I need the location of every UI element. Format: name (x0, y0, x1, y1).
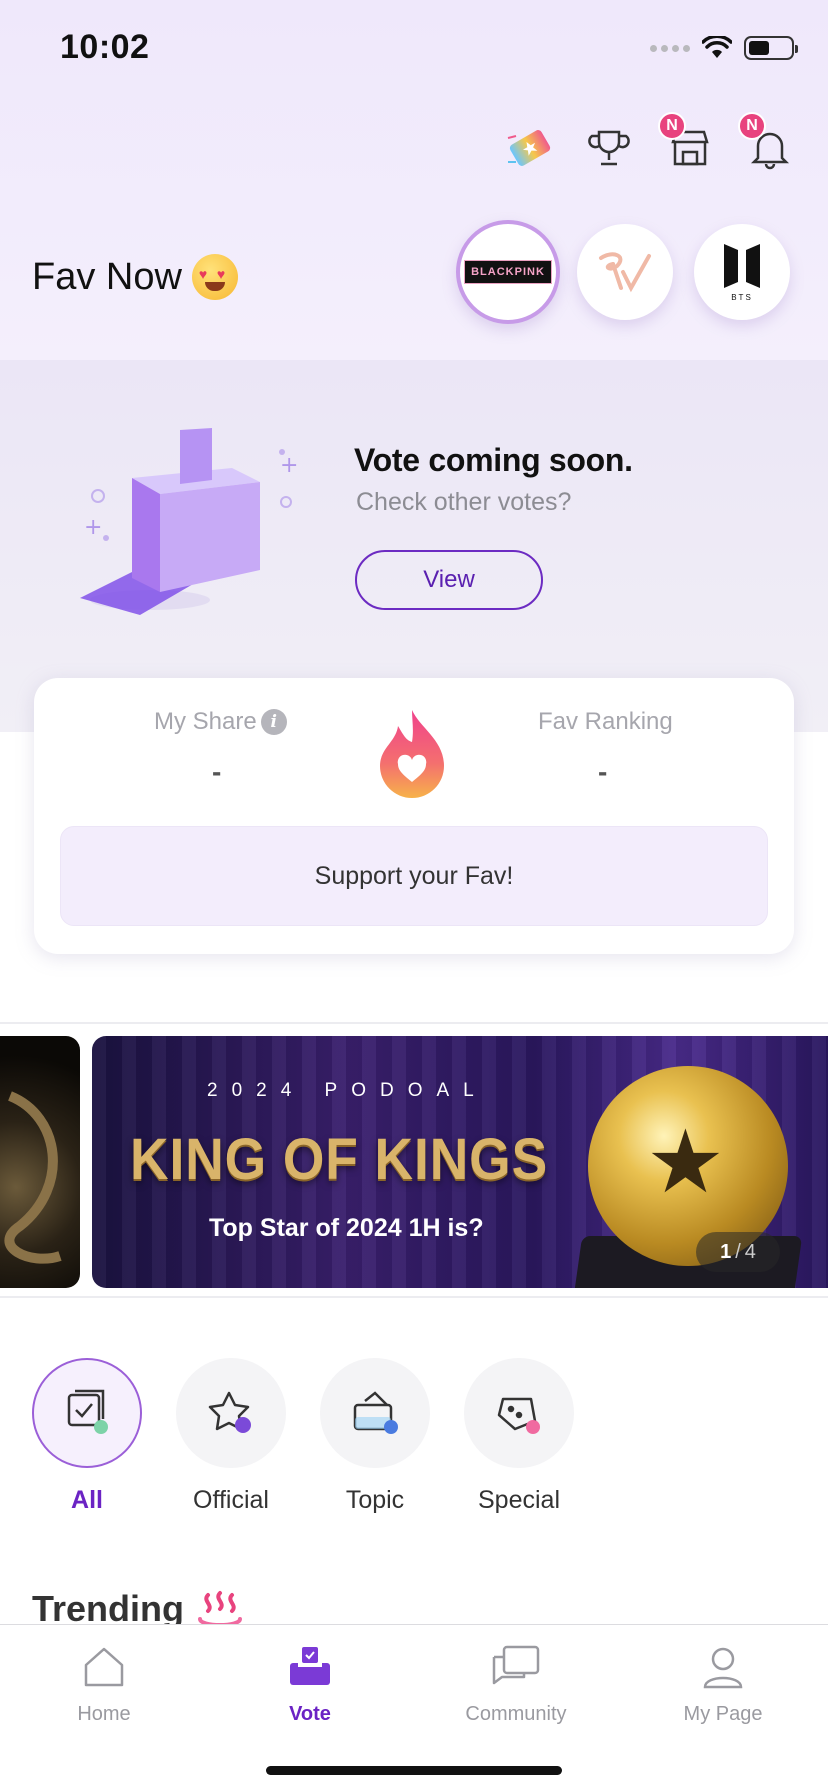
support-your-fav-button[interactable]: Support your Fav! (60, 826, 768, 926)
status-icons (650, 36, 798, 60)
shop-icon[interactable]: N (658, 112, 718, 176)
previous-banner-slide[interactable] (0, 1036, 80, 1288)
category-special[interactable]: Special (464, 1358, 574, 1515)
info-icon[interactable]: i (260, 709, 287, 735)
fav-redvelvet-button[interactable] (577, 224, 673, 320)
tab-home-label: Home (77, 1703, 131, 1725)
category-topic-circle (320, 1358, 430, 1468)
fav-now-label: Fav Now (32, 255, 182, 298)
banner-subline: Top Star of 2024 1H is? (209, 1214, 484, 1242)
svg-text:+: + (280, 453, 298, 478)
fav-now-title: Fav Now ♥ ♥ (32, 254, 238, 300)
trophy-icon[interactable] (581, 120, 637, 176)
cards-icon (353, 1391, 398, 1434)
tab-my-page-label: My Page (683, 1703, 763, 1725)
vote-title: Vote coming soon. (354, 442, 633, 478)
tab-my-page[interactable]: My Page (643, 1639, 803, 1726)
my-share-value: - (212, 756, 222, 787)
category-all-circle (32, 1358, 142, 1468)
bell-icon[interactable]: N (738, 112, 798, 176)
checklist-icon (67, 1389, 108, 1434)
home-indicator (266, 1766, 562, 1775)
signal-icon (650, 44, 690, 52)
blackpink-logo: BLACKPINK (464, 260, 552, 284)
category-topic[interactable]: Topic (320, 1358, 430, 1515)
svg-text:+: + (84, 515, 102, 540)
tab-vote-label: Vote (289, 1703, 331, 1725)
status-time: 10:02 (60, 28, 150, 66)
star-badge-icon (208, 1391, 251, 1433)
ballot-box-tab-icon (290, 1647, 330, 1685)
hot-steam-icon (198, 1591, 242, 1627)
chat-bubbles-icon (492, 1645, 540, 1685)
banner-headline: KING OF KINGS (130, 1127, 549, 1192)
category-all[interactable]: All (32, 1358, 142, 1515)
promo-banner-carousel[interactable]: 2024 PODOAL KING OF KINGS Top Star of 20… (0, 1022, 828, 1298)
banner-page-separator: / (735, 1240, 741, 1263)
banner-year-line: 2024 PODOAL (207, 1080, 488, 1101)
king-of-kings-banner[interactable]: 2024 PODOAL KING OF KINGS Top Star of 20… (92, 1036, 828, 1288)
view-votes-button[interactable]: View (355, 550, 543, 610)
fire-heart-icon (380, 710, 444, 798)
tab-vote[interactable]: Vote (230, 1639, 390, 1726)
home-icon (84, 1647, 124, 1687)
banner-page-total: 4 (744, 1240, 756, 1263)
tab-home[interactable]: Home (24, 1639, 184, 1726)
category-official[interactable]: Official (176, 1358, 286, 1515)
redvelvet-logo-icon (599, 252, 651, 293)
banner-page-indicator: 1 / 4 (696, 1232, 780, 1272)
svg-text:BTS: BTS (731, 293, 753, 302)
fav-ranking-value: - (598, 756, 608, 787)
banner-page-current: 1 (720, 1240, 732, 1263)
my-share-label: My Share (154, 708, 257, 735)
wifi-icon (702, 36, 732, 58)
fav-ranking-label: Fav Ranking (538, 708, 673, 735)
category-all-label: All (71, 1486, 103, 1514)
category-special-label: Special (478, 1486, 560, 1514)
vote-subtitle: Check other votes? (356, 488, 572, 516)
stats-card: My Share i - Fav Ranking - Support your F… (34, 678, 794, 954)
bts-logo-icon: BTS (724, 244, 760, 302)
fav-bts-button[interactable]: BTS (694, 224, 790, 320)
category-official-label: Official (193, 1486, 269, 1514)
my-share-label-group: My Share i (154, 708, 287, 736)
ticket-icon[interactable] (502, 120, 558, 176)
heart-eyes-emoji-icon: ♥ ♥ (191, 254, 238, 300)
bell-badge: N (738, 112, 766, 140)
shop-badge: N (658, 112, 686, 140)
category-official-circle (176, 1358, 286, 1468)
fav-blackpink-button[interactable]: BLACKPINK (456, 220, 560, 324)
battery-icon (744, 36, 798, 60)
gamepad-icon (497, 1397, 540, 1434)
category-special-circle (464, 1358, 574, 1468)
ballot-box-icon: + + (80, 428, 298, 615)
person-icon (703, 1647, 743, 1689)
tab-community[interactable]: Community (436, 1639, 596, 1726)
category-topic-label: Topic (345, 1486, 405, 1514)
tab-community-label: Community (465, 1703, 567, 1725)
